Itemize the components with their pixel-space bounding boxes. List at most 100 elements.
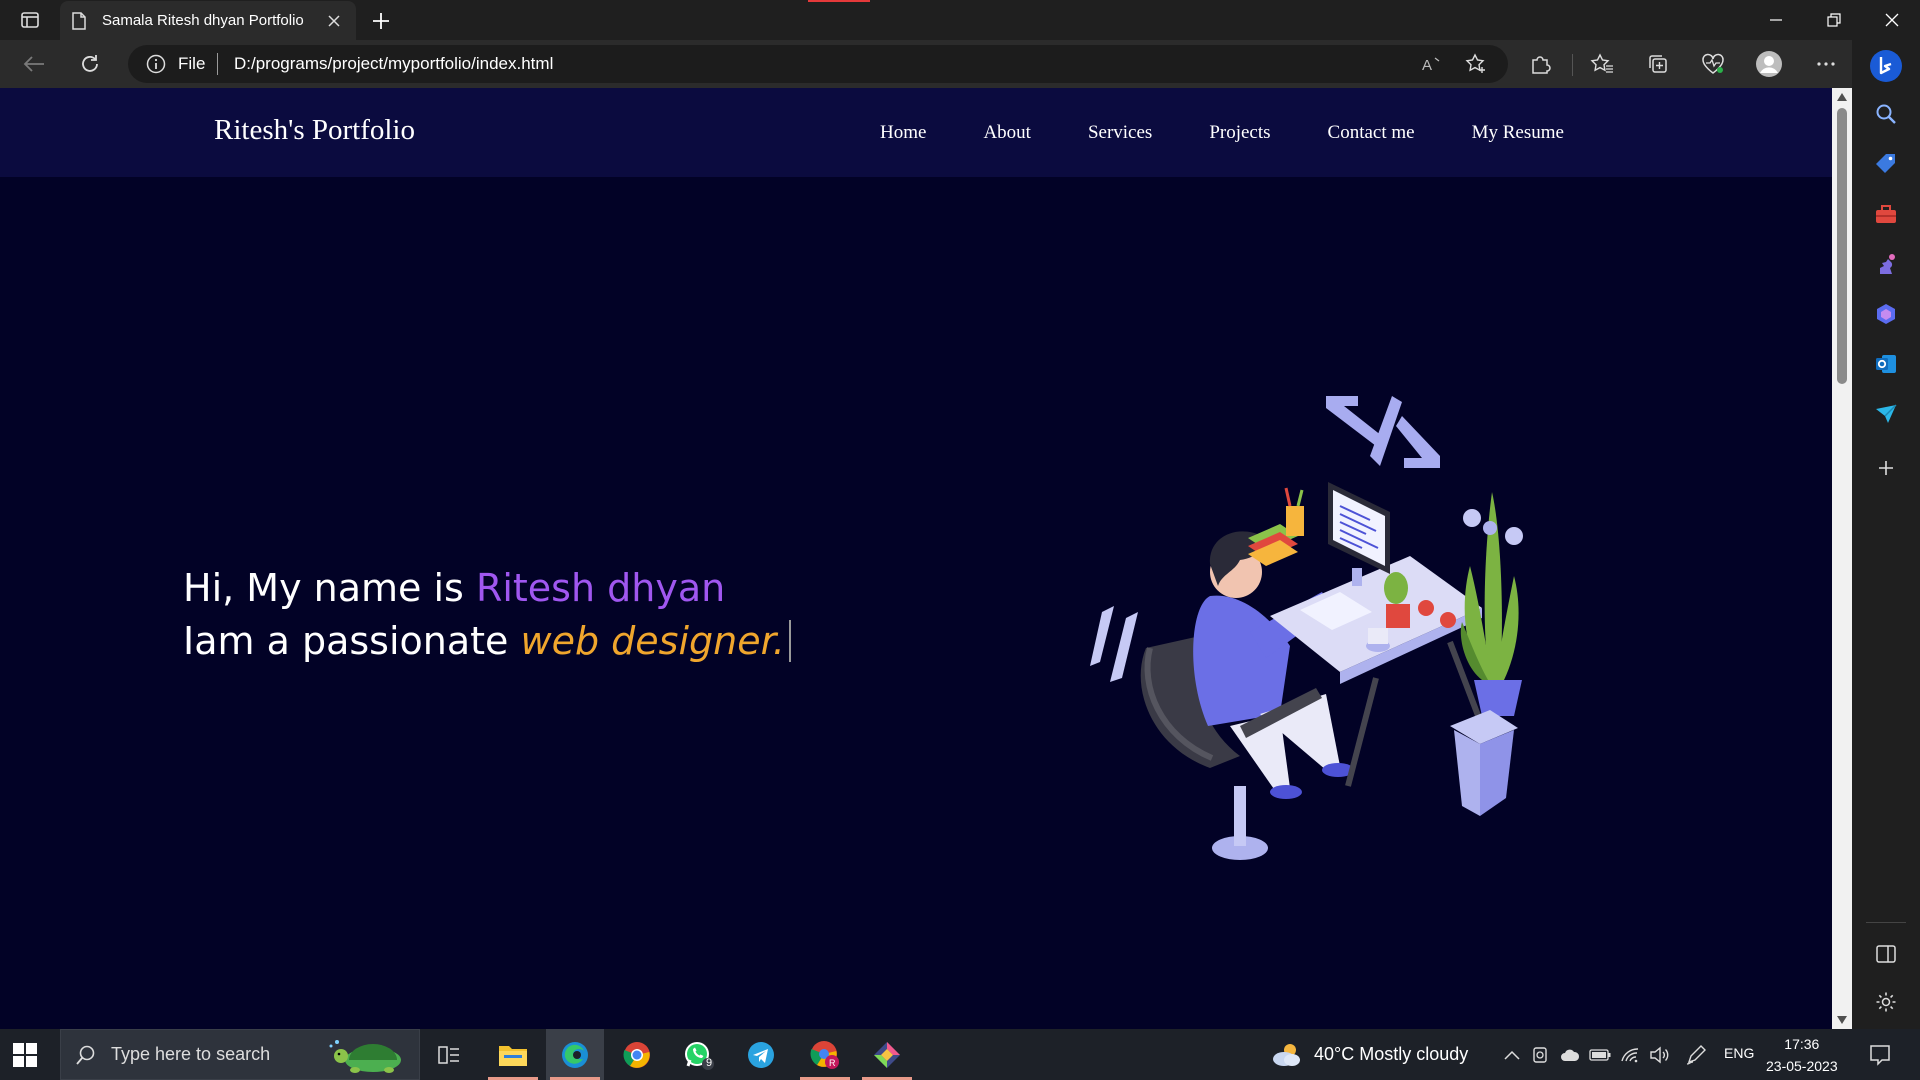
nav-home-link[interactable]: Home [880,122,926,144]
whatsapp-badge-count: 9 [706,1057,713,1069]
active-tab[interactable]: Samala Ritesh dhyan Portfolio [60,1,356,40]
back-arrow-icon [23,56,44,72]
nav-about-link[interactable]: About [983,122,1031,144]
nav-services-link[interactable]: Services [1088,122,1152,144]
weather-widget[interactable]: 40°C Mostly cloudy [1270,1041,1468,1067]
whatsapp-button[interactable]: 9 [670,1029,728,1080]
close-icon [1885,13,1899,27]
toolbar-divider [1572,54,1573,76]
read-aloud-icon[interactable]: A [1420,52,1444,76]
tab-actions-icon [21,12,39,28]
windows-start-icon[interactable] [12,1042,38,1068]
cloud-icon [1561,1049,1580,1061]
copilot-icon [1877,304,1895,324]
file-explorer-button[interactable] [484,1029,542,1080]
sidebar-add-button[interactable] [1870,452,1902,484]
info-icon[interactable] [146,54,166,74]
onedrive-tray[interactable] [1558,1043,1582,1067]
back-button[interactable] [18,48,50,80]
svg-text:R: R [829,1058,836,1068]
gear-icon [1876,992,1896,1012]
more-dots-icon [1817,62,1835,66]
restore-button[interactable] [1806,0,1862,40]
scroll-up-arrow-icon[interactable] [1836,92,1848,102]
meet-now-tray[interactable] [1528,1043,1552,1067]
favorites-button[interactable] [1586,48,1618,80]
bing-chat-button[interactable] [1868,48,1904,84]
tab-close-icon[interactable] [324,11,344,31]
wifi-tray[interactable] [1618,1043,1642,1067]
sidebar-drop-button[interactable] [1870,398,1902,430]
puzzle-icon [1532,56,1551,74]
snipping-tool-button[interactable] [858,1029,916,1080]
address-bar[interactable]: File D:/programs/project/myportfolio/ind… [128,45,1508,83]
collections-button[interactable] [1642,48,1674,80]
toolbox-icon [1876,205,1896,223]
chrome-icon [623,1041,650,1068]
site-brand[interactable]: Ritesh's Portfolio [214,114,415,147]
page-favicon-icon [72,11,90,30]
refresh-button[interactable] [74,48,106,80]
scrollbar-thumb[interactable] [1837,108,1847,384]
tab-actions-button[interactable] [16,8,44,32]
chrome-profile-icon: R [810,1040,839,1069]
edge-taskbar-button[interactable] [546,1029,604,1080]
sidebar-shopping-button[interactable] [1870,148,1902,180]
profile-button[interactable] [1753,48,1785,80]
settings-more-button[interactable] [1810,48,1842,80]
sidebar-tools-button[interactable] [1870,198,1902,230]
notification-center-icon[interactable] [1868,1043,1892,1067]
url-text[interactable]: D:/programs/project/myportfolio/index.ht… [234,54,553,74]
sidebar-search-button[interactable] [1870,98,1902,130]
nav-contact-link[interactable]: Contact me [1328,122,1415,144]
plus-icon [373,13,389,29]
screen: { "browser": { "tab_title": "Samala Rite… [0,0,1920,1080]
site-nav-links: Home About Services Projects Contact me … [880,122,1621,144]
url-scheme-label: File [178,54,206,73]
sidebar-customize-button[interactable] [1870,986,1902,1018]
sidebar-games-button[interactable] [1870,248,1902,280]
close-window-button[interactable] [1864,0,1920,40]
add-favorite-icon[interactable] [1464,52,1488,76]
sidebar-copilot-button[interactable] [1870,298,1902,330]
show-hidden-icons-button[interactable] [1500,1043,1524,1067]
send-paper-plane-icon [1876,404,1897,423]
turtle-search-highlight-icon [329,1040,401,1073]
language-indicator[interactable]: ENG [1724,1045,1754,1061]
edge-sidebar [1852,40,1920,1029]
bing-icon [1870,50,1902,82]
battery-icon [1589,1049,1611,1061]
page-viewport: Ritesh's Portfolio Home About Services P… [0,88,1832,1029]
chrome-button[interactable] [608,1029,666,1080]
volume-tray[interactable] [1648,1043,1672,1067]
svg-text:A: A [1422,57,1432,74]
site-navbar: Ritesh's Portfolio Home About Services P… [0,88,1832,177]
nav-resume-link[interactable]: My Resume [1472,122,1564,144]
taskbar-clock[interactable]: 17:36 23-05-2023 [1766,1033,1838,1077]
browser-essentials-button[interactable] [1697,48,1729,80]
sidebar-hide-button[interactable] [1870,938,1902,970]
new-tab-button[interactable] [368,8,394,34]
page-scrollbar[interactable] [1832,88,1852,1029]
url-separator [217,53,218,75]
sidebar-outlook-button[interactable] [1870,348,1902,380]
clock-date: 23-05-2023 [1766,1058,1838,1074]
hero-name: Ritesh dhyan [475,566,726,610]
refresh-icon [82,55,98,72]
minimize-button[interactable] [1748,0,1804,40]
extensions-button[interactable] [1524,48,1556,80]
hero-line-2: Iam a passionate web designer. [183,615,791,668]
task-view-icon [438,1045,459,1064]
search-icon [1876,104,1896,124]
nav-projects-link[interactable]: Projects [1209,122,1270,144]
windows-taskbar: Type here to search 9 R 40°C Mostly clou… [0,1029,1920,1080]
task-view-button[interactable] [420,1029,478,1080]
pen-tray[interactable] [1684,1043,1708,1067]
tab-title: Samala Ritesh dhyan Portfolio [102,12,304,29]
scroll-down-arrow-icon[interactable] [1836,1015,1848,1025]
avatar-icon [1756,51,1782,77]
battery-tray[interactable] [1588,1043,1612,1067]
telegram-button[interactable] [732,1029,790,1080]
chrome-profile-button[interactable]: R [796,1029,854,1080]
taskbar-search-box[interactable]: Type here to search [60,1029,420,1080]
